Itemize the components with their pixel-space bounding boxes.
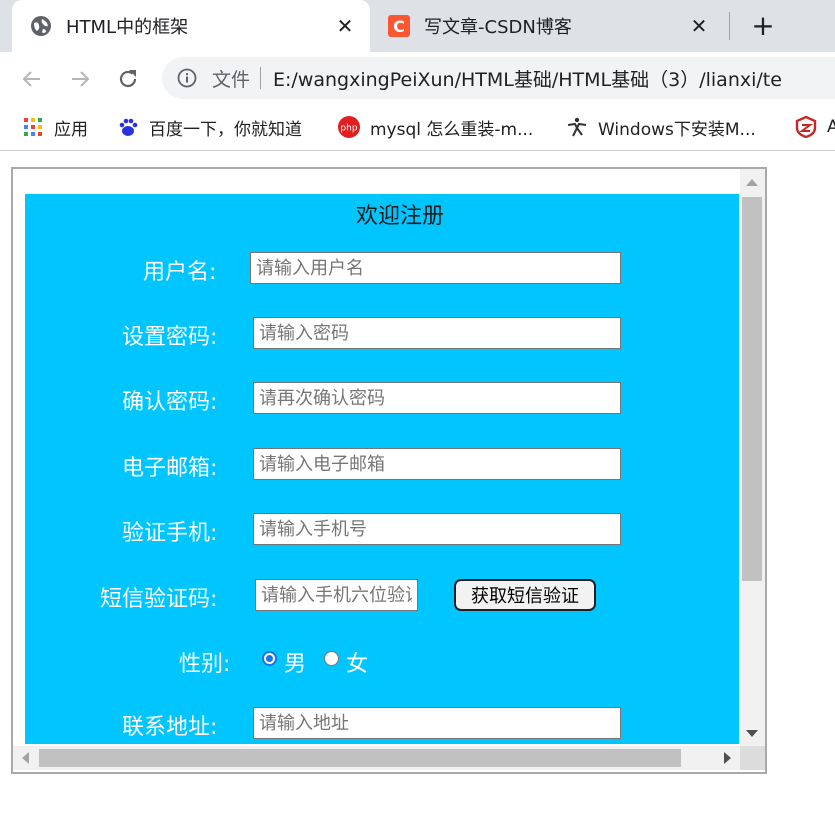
confirm-password-input[interactable]	[253, 382, 621, 414]
vertical-scroll-thumb[interactable]	[742, 197, 762, 581]
address-label: 联系地址:	[122, 715, 218, 740]
tab-title: 写文章-CSDN博客	[424, 17, 572, 38]
username-input[interactable]	[250, 252, 621, 284]
gender-female-text: 女	[346, 652, 369, 677]
svg-text:php: php	[340, 124, 357, 134]
registration-page: 欢迎注册 用户名: 设置密码: 确认密码: 电子邮箱: 验证手机: 短信验证码:…	[25, 194, 739, 744]
gender-male-radio[interactable]	[262, 651, 277, 666]
globe-icon	[30, 15, 52, 37]
close-tab-icon[interactable]: ✕	[688, 14, 710, 38]
new-tab-plus-icon[interactable]: +	[748, 9, 778, 42]
bookmark-label: 百度一下，你就知道	[149, 119, 302, 140]
confirm-password-label: 确认密码:	[122, 390, 218, 415]
address-input[interactable]	[253, 707, 621, 739]
bookmark-label: A	[827, 117, 835, 137]
bookmark-label: Windows下安装M...	[598, 119, 756, 140]
tab-title: HTML中的框架	[66, 17, 189, 38]
tab-csdn[interactable]: C 写文章-CSDN博客 ✕	[378, 0, 724, 52]
form-title: 欢迎注册	[355, 204, 444, 229]
scroll-left-arrow-icon[interactable]	[22, 752, 29, 764]
address-divider	[260, 67, 262, 89]
bookmark-label: mysql 怎么重装-m...	[370, 119, 534, 140]
email-label: 电子邮箱:	[122, 456, 218, 481]
back-arrow-icon[interactable]	[17, 64, 47, 94]
password-label: 设置密码:	[122, 325, 218, 350]
scroll-right-arrow-icon[interactable]	[724, 752, 731, 764]
bookmarks-bar: 应用 百度一下，你就知道 php mysql 怎么重装-m... Windows…	[0, 104, 835, 151]
yoga-icon	[566, 116, 588, 138]
info-icon[interactable]	[176, 67, 198, 89]
phone-input[interactable]	[253, 513, 621, 545]
url-text[interactable]: E:/wangxingPeiXun/HTML基础/HTML基础（3）/lianx…	[273, 65, 782, 92]
gender-female-radio[interactable]	[324, 651, 339, 666]
horizontal-scroll-thumb[interactable]	[39, 749, 681, 767]
address-bar[interactable]: 文件 E:/wangxingPeiXun/HTML基础/HTML基础（3）/li…	[162, 57, 835, 99]
email-input[interactable]	[253, 448, 621, 480]
phone-label: 验证手机:	[122, 521, 218, 546]
scroll-up-arrow-icon[interactable]	[746, 179, 758, 186]
get-sms-code-button[interactable]: 获取短信验证	[454, 579, 596, 611]
gender-label: 性别:	[179, 652, 231, 677]
forward-arrow-icon[interactable]	[65, 64, 95, 94]
svg-text:C: C	[393, 17, 405, 36]
bookmark-mysql[interactable]: php mysql 怎么重装-m...	[338, 104, 533, 150]
shield-logo-icon	[795, 116, 817, 138]
sms-code-input[interactable]	[255, 579, 418, 611]
username-label: 用户名:	[143, 260, 217, 285]
scroll-down-arrow-icon[interactable]	[746, 730, 758, 737]
vertical-scrollbar[interactable]	[740, 169, 765, 746]
sms-code-label: 短信验证码:	[100, 587, 218, 612]
scrollbar-corner	[740, 746, 765, 770]
iframe-frame: 欢迎注册 用户名: 设置密码: 确认密码: 电子邮箱: 验证手机: 短信验证码:…	[11, 167, 767, 774]
tab-separator	[729, 12, 730, 40]
close-tab-icon[interactable]: ✕	[334, 14, 356, 38]
scheme-label: 文件	[212, 68, 251, 91]
gender-male-text: 男	[284, 652, 307, 677]
tab-strip: HTML中的框架 ✕ C 写文章-CSDN博客 ✕ +	[0, 0, 835, 52]
bookmark-label: 应用	[54, 119, 88, 140]
bookmark-apps[interactable]: 应用	[22, 104, 88, 150]
apps-grid-icon	[22, 116, 44, 138]
reload-icon[interactable]	[113, 64, 143, 94]
baidu-paw-icon	[117, 116, 139, 138]
bookmark-baidu[interactable]: 百度一下，你就知道	[117, 104, 302, 150]
password-input[interactable]	[253, 317, 621, 349]
php-icon: php	[338, 116, 360, 138]
horizontal-scrollbar[interactable]	[13, 746, 740, 770]
browser-toolbar: 文件 E:/wangxingPeiXun/HTML基础/HTML基础（3）/li…	[0, 52, 835, 104]
tab-html-frames[interactable]: HTML中的框架 ✕	[12, 0, 370, 52]
bookmark-windows[interactable]: Windows下安装M...	[566, 104, 756, 150]
csdn-icon: C	[388, 15, 410, 37]
bookmark-extra[interactable]: A	[795, 104, 835, 150]
